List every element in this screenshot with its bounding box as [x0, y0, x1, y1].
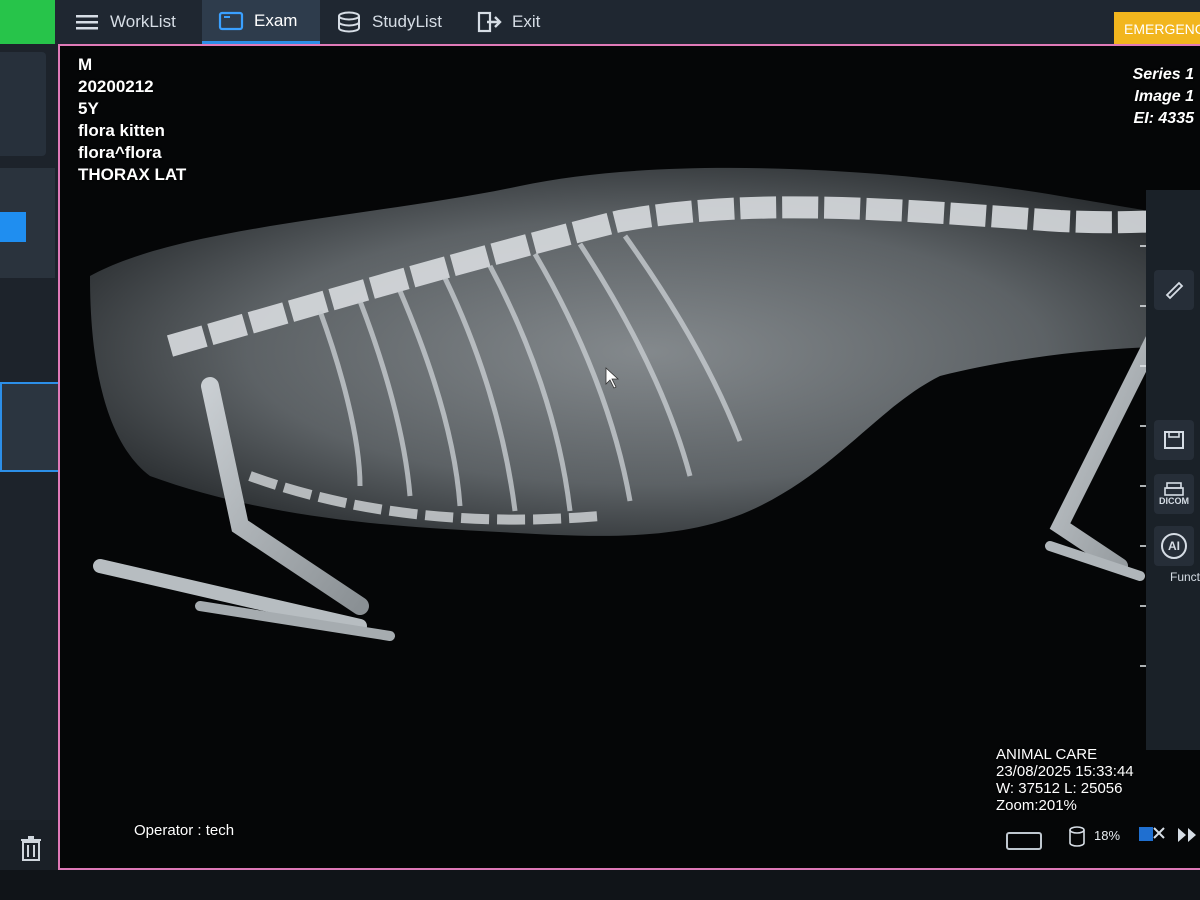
printer-icon [1164, 482, 1184, 496]
sidebar-thumbnail[interactable] [0, 52, 46, 156]
tab-label: Exit [512, 12, 541, 31]
tab-exam[interactable]: Exam [202, 0, 320, 44]
ai-icon: AI [1161, 533, 1187, 559]
tab-worklist[interactable]: WorkList [74, 0, 176, 44]
institution-name: ANIMAL CARE [996, 746, 1098, 763]
tab-label: Exam [254, 10, 298, 30]
disk-usage: 18% [1094, 828, 1121, 843]
disk-icon [1069, 826, 1085, 847]
tab-exit[interactable]: Exit [476, 0, 540, 44]
status-indicator [0, 0, 55, 44]
patient-owner: flora^flora [78, 143, 162, 162]
database-icon [338, 11, 360, 33]
left-sidebar [0, 44, 70, 900]
sidebar-grid-selected[interactable] [0, 212, 26, 242]
save-tool-button[interactable] [1154, 420, 1194, 460]
exit-icon [477, 11, 502, 33]
emergency-button[interactable]: EMERGENCY [1114, 12, 1200, 46]
ai-tool-button[interactable]: AI [1154, 526, 1194, 566]
bottom-bezel [0, 870, 1200, 900]
save-icon [1164, 431, 1184, 449]
acquisition-datetime: 23/08/2025 15:33:44 [996, 763, 1134, 780]
exposure-index: EI: 4335 [1133, 110, 1194, 127]
tab-label: StudyList [372, 12, 442, 31]
keyboard-icon[interactable] [1006, 832, 1042, 850]
ruler-icon [1165, 281, 1184, 300]
window-icon [218, 11, 244, 30]
operator-label: Operator : tech [134, 822, 235, 839]
measure-tool-button[interactable] [1154, 270, 1194, 310]
patient-age: 5Y [78, 99, 99, 118]
top-nav-bar: WorkList Exam StudyList Exit EMERGENCY [0, 0, 1200, 46]
acquisition-info-overlay: ANIMAL CARE 23/08/2025 15:33:44 W: 37512… [996, 746, 1134, 814]
trash-icon[interactable] [18, 834, 44, 862]
series-label: Series 1 [1132, 66, 1194, 83]
tab-studylist[interactable]: StudyList [336, 0, 442, 44]
fast-forward-icon[interactable] [1176, 826, 1200, 844]
dicom-label: DICOM [1159, 496, 1189, 506]
dicom-status-icon[interactable] [1138, 824, 1166, 846]
functions-label: Funct [1170, 570, 1200, 584]
patient-id: 20200212 [78, 77, 154, 96]
sidebar-grid[interactable] [0, 168, 55, 278]
image-label: Image 1 [1134, 88, 1194, 105]
tab-label: WorkList [110, 12, 176, 31]
menu-icon [76, 15, 98, 30]
image-viewer[interactable]: M 20200212 5Y flora kitten flora^flora T… [58, 44, 1200, 870]
patient-name: flora kitten [78, 121, 165, 140]
window-level: W: 37512 L: 25056 [996, 780, 1123, 797]
zoom-level: Zoom:201% [996, 797, 1077, 814]
exam-name: THORAX LAT [78, 165, 187, 184]
patient-info-overlay: M 20200212 5Y flora kitten flora^flora T… [78, 54, 186, 186]
patient-sex: M [78, 55, 93, 74]
series-info-overlay: Series 1 Image 1 EI: 4335 [1133, 64, 1194, 130]
right-toolbar: DICOM AI [1146, 190, 1200, 750]
dicom-print-button[interactable]: DICOM [1154, 474, 1194, 514]
